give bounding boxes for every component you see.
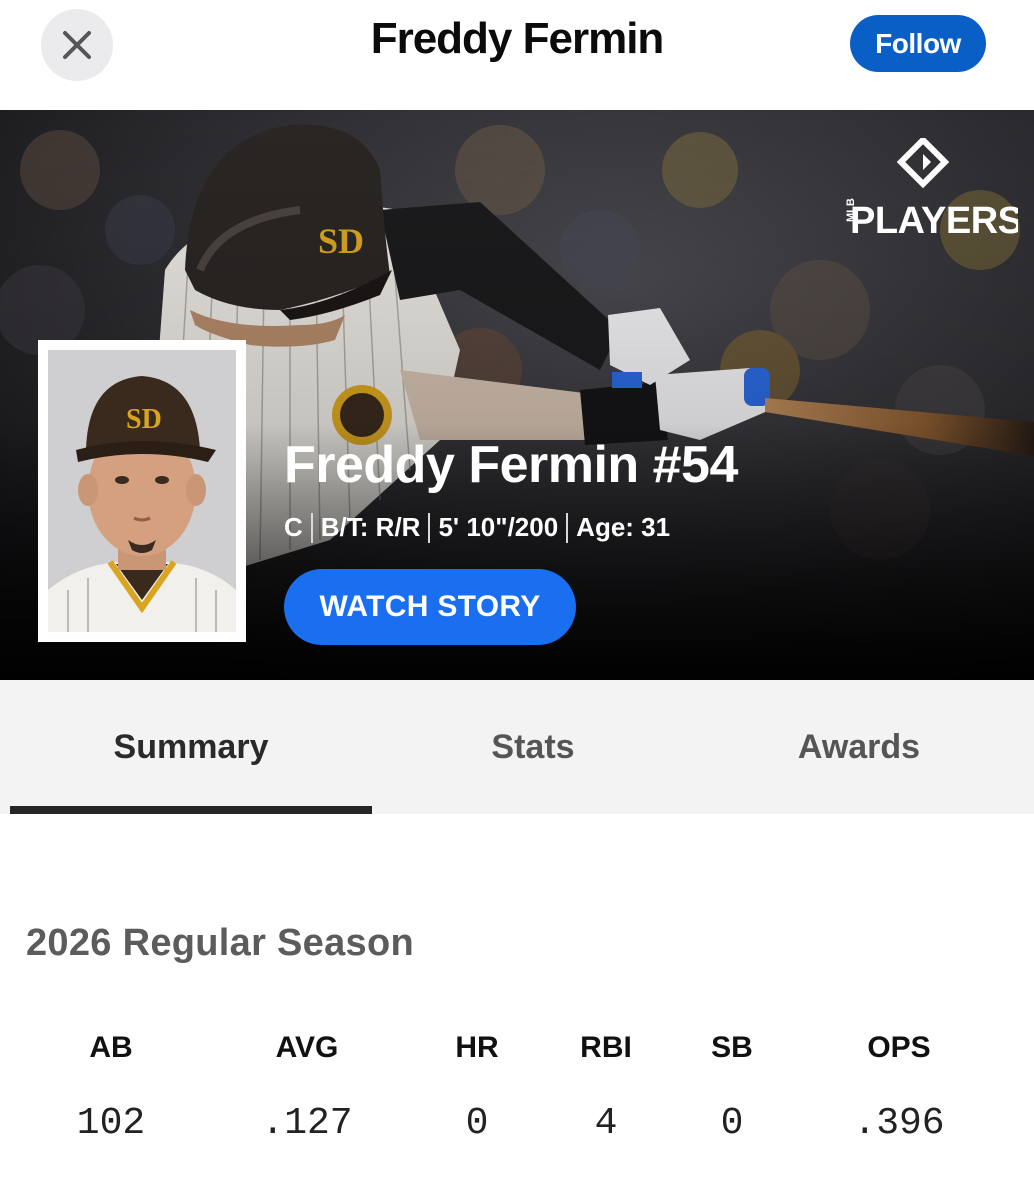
tab-stats[interactable]: Stats	[372, 680, 694, 814]
stat-value: .127	[261, 1102, 353, 1145]
stat-column-sb: SB 0	[652, 1028, 812, 1146]
season-title: 2026 Regular Season	[26, 922, 415, 964]
tab-summary[interactable]: Summary	[10, 680, 372, 814]
player-name: Freddy Fermin #54	[284, 436, 738, 494]
players-label: PLAYERS	[850, 200, 1018, 238]
stat-value: .396	[853, 1102, 945, 1145]
stat-column-avg: AVG .127	[227, 1028, 387, 1146]
player-headshot: SD	[38, 340, 246, 642]
follow-button[interactable]: Follow	[850, 15, 986, 72]
stat-value: 102	[76, 1102, 146, 1145]
watch-story-button[interactable]: WATCH STORY	[284, 569, 576, 645]
meta-divider	[566, 512, 569, 543]
player-age: Age: 31	[576, 512, 671, 542]
meta-divider	[310, 512, 313, 543]
stat-value: 0	[720, 1102, 744, 1145]
stat-header: AVG	[275, 1031, 339, 1064]
stat-column-ab: AB 102	[31, 1028, 191, 1146]
player-position: C	[284, 512, 303, 542]
stat-column-ops: OPS .396	[819, 1028, 979, 1146]
stat-header: AB	[89, 1031, 133, 1064]
top-bar: Freddy Fermin Follow	[0, 0, 1034, 110]
player-hero: SD MLB PLAYERS	[0, 110, 1034, 680]
meta-divider	[428, 512, 431, 543]
player-meta: C B/T: R/R 5' 10"/200 Age: 31	[284, 512, 670, 543]
mlb-players-logo: MLB PLAYERS	[828, 135, 1023, 242]
player-height-weight: 5' 10"/200	[438, 512, 559, 542]
tab-bar: Summary Stats Awards	[0, 680, 1034, 814]
player-bats-throws: B/T: R/R	[320, 512, 421, 542]
stat-header: SB	[711, 1031, 753, 1064]
tab-awards[interactable]: Awards	[694, 680, 1024, 814]
active-tab-indicator	[10, 806, 372, 814]
headshot-image: SD	[48, 350, 236, 632]
stat-header: OPS	[867, 1031, 931, 1064]
cap-logo: SD	[126, 404, 162, 435]
